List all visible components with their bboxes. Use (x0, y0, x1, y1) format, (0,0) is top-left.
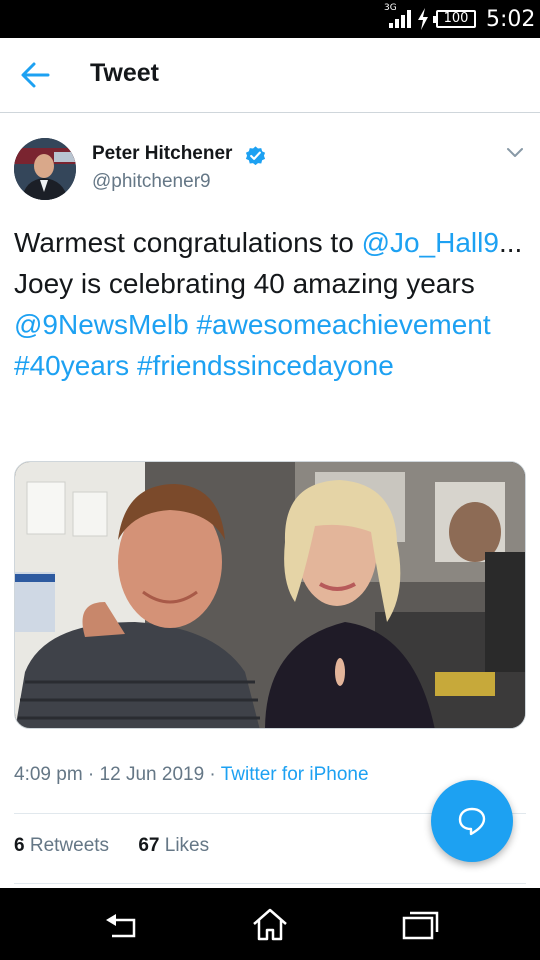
chevron-down-icon[interactable] (505, 146, 525, 160)
page-title: Tweet (90, 59, 159, 87)
hashtag-link[interactable]: #friendssincedayone (137, 350, 394, 381)
tweet-time: 4:09 pm (14, 764, 83, 785)
signal-icon (389, 10, 411, 28)
retweets-label: Retweets (29, 835, 110, 856)
clock: 5:02 (486, 7, 536, 32)
system-nav-bar (0, 888, 540, 960)
hashtag-link[interactable]: #awesomeachievement (196, 309, 490, 340)
photo-image (15, 462, 525, 728)
tweet-date: 12 Jun 2019 (99, 764, 205, 785)
likes-count: 67 (138, 835, 160, 856)
tweet-meta: 4:09 pm · 12 Jun 2019 · Twitter for iPho… (14, 764, 369, 786)
tweet-source-link[interactable]: Twitter for iPhone (221, 764, 369, 785)
tweet-text: Warmest congratulations to @Jo_Hall9... … (14, 222, 524, 386)
recents-nav-icon[interactable] (400, 906, 440, 942)
reply-bubble-icon (458, 807, 486, 836)
reply-button[interactable] (431, 780, 513, 862)
meta-separator: · (82, 764, 100, 785)
author-handle[interactable]: @phitchener9 (92, 171, 211, 193)
status-bar: 3G 100 5:02 (0, 0, 540, 38)
verified-badge-icon (245, 146, 266, 166)
tweet-text-segment: Warmest congratulations to (14, 227, 362, 258)
home-nav-icon[interactable] (250, 906, 290, 942)
retweets-stat[interactable]: 6 Retweets (14, 835, 109, 856)
top-bar: Tweet (0, 38, 540, 113)
tweet-photo[interactable] (14, 461, 526, 729)
mention-link[interactable]: @9NewsMelb (14, 309, 189, 340)
author-name[interactable]: Peter Hitchener (92, 143, 232, 165)
avatar-photo (14, 138, 76, 200)
back-nav-icon[interactable] (102, 906, 142, 942)
avatar[interactable] (14, 138, 76, 200)
arrow-left-icon[interactable] (18, 60, 52, 90)
likes-label: Likes (164, 835, 210, 856)
retweets-count: 6 (14, 835, 25, 856)
battery-level: 100 (443, 11, 469, 26)
likes-stat[interactable]: 67 Likes (138, 835, 209, 856)
battery-icon: 100 (433, 10, 476, 28)
tweet-stats: 6 Retweets 67 Likes (14, 835, 233, 857)
meta-separator: · (204, 764, 221, 785)
charging-icon (418, 8, 428, 30)
hashtag-link[interactable]: #40years (14, 350, 129, 381)
divider (14, 883, 526, 884)
mention-link[interactable]: @Jo_Hall9 (362, 227, 499, 258)
